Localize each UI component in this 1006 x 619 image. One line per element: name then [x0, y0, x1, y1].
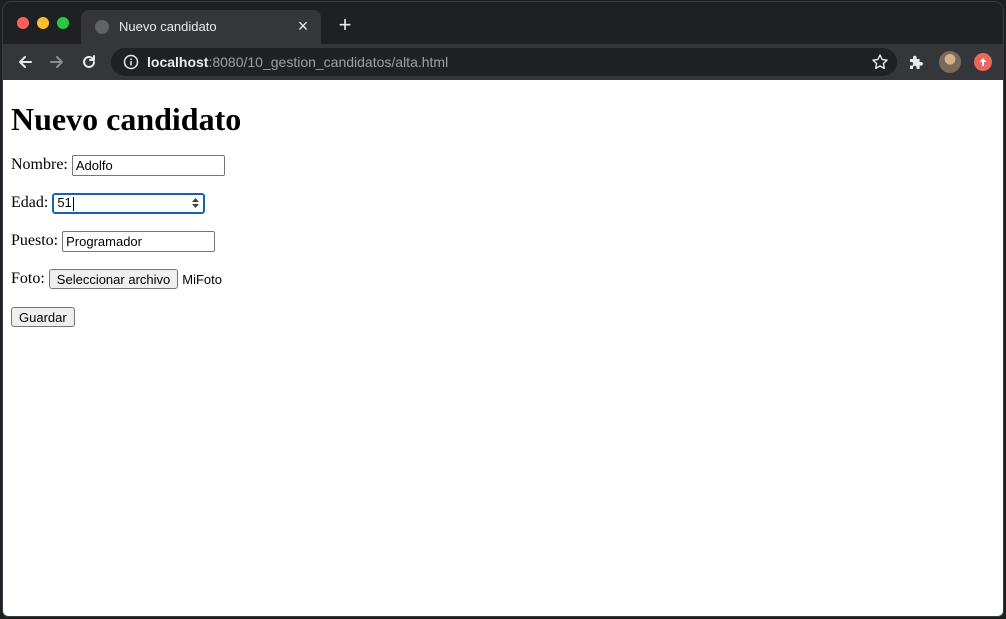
address-bar[interactable]: localhost:8080/10_gestion_candidatos/alt…: [111, 48, 897, 76]
url-text: localhost:8080/10_gestion_candidatos/alt…: [147, 54, 449, 70]
edad-input[interactable]: 51: [51, 191, 207, 215]
page-viewport: Nuevo candidato Nombre: Adolfo Edad: 51 …: [3, 80, 1003, 616]
update-icon[interactable]: [974, 53, 992, 71]
foto-row: Foto: Seleccionar archivo MiFoto: [11, 268, 995, 290]
globe-icon: [95, 20, 109, 34]
arrow-left-icon[interactable]: [13, 50, 37, 74]
window-minimize-button[interactable]: [37, 17, 49, 29]
page-title: Nuevo candidato: [11, 101, 242, 137]
close-icon[interactable]: ×: [293, 16, 313, 36]
tab-active[interactable]: Nuevo candidato ×: [81, 10, 321, 44]
foto-label: Foto:: [11, 270, 45, 287]
tab-strip: Nuevo candidato × +: [3, 2, 1003, 44]
submit-row: Guardar: [11, 306, 995, 328]
arrow-right-icon[interactable]: [45, 50, 69, 74]
puesto-row: Puesto: Programador: [11, 230, 995, 252]
browser-toolbar: localhost:8080/10_gestion_candidatos/alt…: [3, 44, 1003, 80]
puzzle-icon[interactable]: [907, 53, 925, 71]
browser-window: Nuevo candidato × + localhost:8080/10_ge…: [2, 1, 1004, 617]
file-select-button[interactable]: Seleccionar archivo: [48, 269, 179, 289]
window-maximize-button[interactable]: [57, 17, 69, 29]
info-icon[interactable]: [123, 54, 139, 70]
reload-icon[interactable]: [77, 50, 101, 74]
window-close-button[interactable]: [17, 17, 29, 29]
nombre-input[interactable]: Adolfo: [71, 154, 225, 176]
tab-title: Nuevo candidato: [119, 19, 217, 34]
star-icon[interactable]: [871, 53, 889, 71]
puesto-input[interactable]: Programador: [62, 230, 216, 252]
edad-label: Edad:: [11, 194, 49, 211]
edad-row: Edad: 51: [11, 191, 995, 215]
edad-value: 51: [57, 195, 72, 211]
plus-icon[interactable]: +: [333, 14, 357, 38]
page-content: Nuevo candidato Nombre: Adolfo Edad: 51 …: [3, 101, 1003, 328]
nombre-label: Nombre:: [11, 156, 68, 173]
puesto-label: Puesto:: [11, 232, 59, 249]
avatar[interactable]: [939, 51, 961, 73]
number-spinner-icon[interactable]: [191, 195, 200, 212]
nombre-row: Nombre: Adolfo: [11, 154, 995, 176]
file-name: MiFoto: [182, 271, 222, 287]
save-button[interactable]: Guardar: [11, 307, 75, 327]
